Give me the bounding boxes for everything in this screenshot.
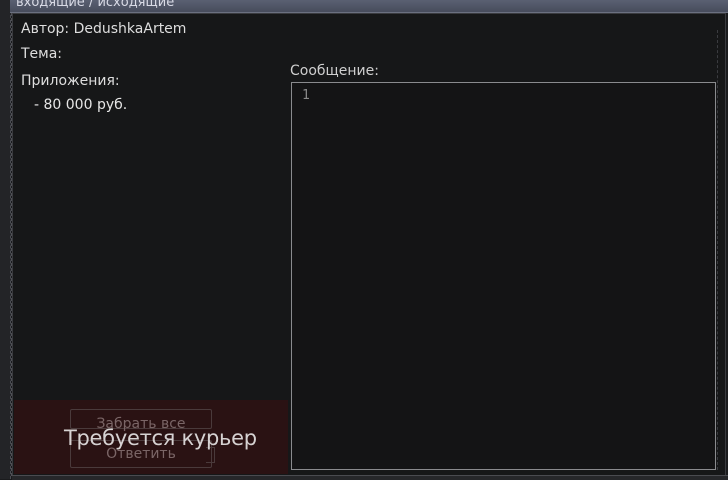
message-label: Сообщение:	[290, 63, 379, 79]
window-bottom-border	[12, 475, 728, 480]
panel-left-divider	[11, 13, 12, 476]
window-left-edge	[0, 0, 11, 479]
subject-label: Тема:	[21, 46, 63, 62]
courier-required-message: Требуется курьер	[64, 426, 257, 450]
attachments-label: Приложения:	[21, 73, 120, 89]
message-textarea[interactable]: 1	[291, 82, 716, 470]
line-number: 1	[302, 88, 310, 103]
scrollbar-track[interactable]	[717, 30, 725, 470]
window-title-bar[interactable]: входящие / исходящие	[10, 0, 728, 13]
attachment-item: - 80 000 руб.	[34, 97, 128, 113]
window-title: входящие / исходящие	[16, 0, 175, 10]
author-label: Автор: DedushkaArtem	[21, 21, 187, 37]
